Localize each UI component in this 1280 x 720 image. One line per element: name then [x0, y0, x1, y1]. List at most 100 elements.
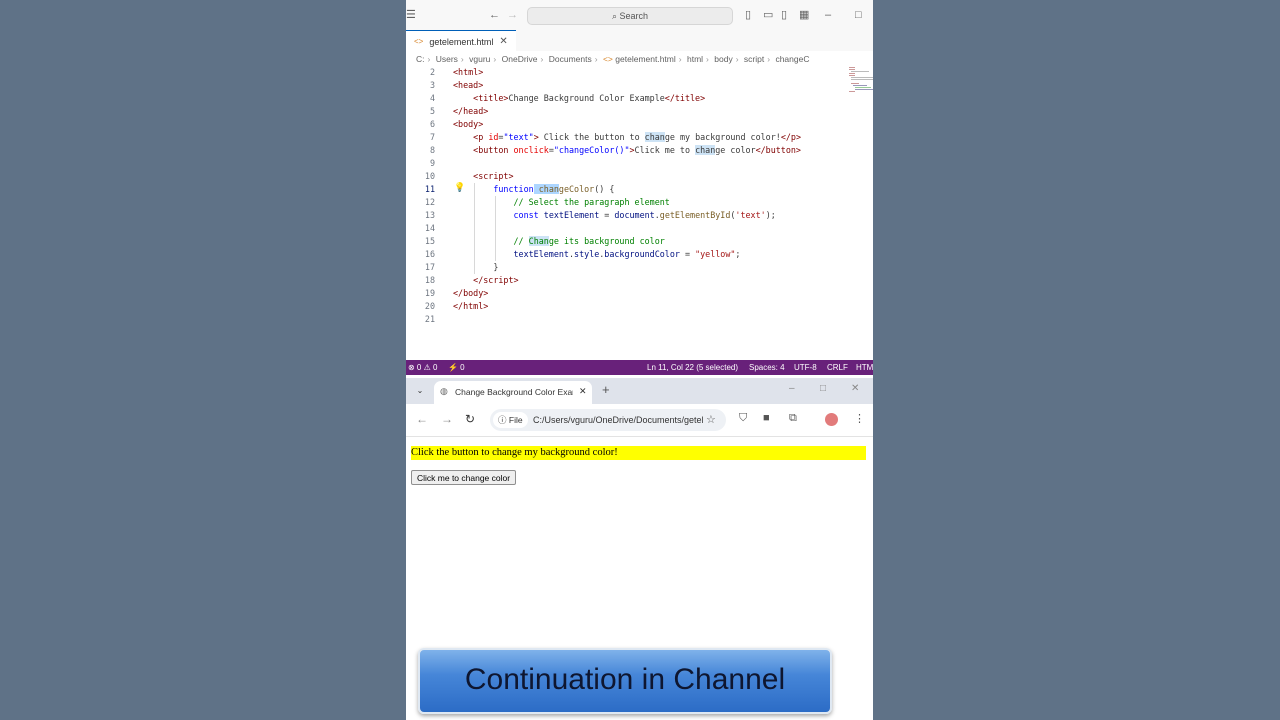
minimize-icon[interactable]: – — [789, 383, 795, 394]
code-text: const textElement = document.getElementB… — [513, 210, 776, 220]
avatar[interactable] — [825, 413, 838, 426]
code-line: 5 </head> — [406, 105, 846, 118]
info-icon: ⓘ — [498, 415, 509, 425]
line-number: 9 — [429, 158, 435, 168]
code-text: </script> — [473, 275, 519, 285]
code-line: 17 } — [406, 261, 846, 274]
channel-banner: Continuation in Channel — [418, 648, 832, 714]
line-number: 10 — [424, 171, 435, 181]
text-paragraph: Click the button to change my background… — [411, 446, 866, 460]
forward-arrow-icon[interactable]: → — [441, 412, 453, 426]
search-placeholder: Search — [619, 11, 649, 21]
chevron-right-icon: › — [594, 54, 598, 64]
close-icon[interactable]: ✕ — [499, 32, 507, 52]
chevron-right-icon: › — [427, 54, 431, 64]
code-line: 10 <script> — [406, 170, 846, 183]
code-text: function changeColor() { — [493, 184, 615, 194]
tab-search-icon[interactable]: ⌄ — [412, 383, 428, 399]
line-number: 11 — [424, 184, 435, 194]
cursor-position[interactable]: Ln 11, Col 22 (5 selected) — [647, 360, 738, 375]
breadcrumb-item[interactable]: Users — [436, 54, 458, 64]
bookmark-star-icon[interactable]: ☆ — [706, 409, 716, 431]
screen-frame: ☰ ← → ⌕ Search ▯ ▭ ▯ ▦ – □ <> getelement… — [406, 0, 873, 720]
tab-title: Change Background Color Example — [455, 387, 573, 397]
puzzle-icon[interactable]: ⧉ — [789, 412, 797, 425]
toggle-panel-icon[interactable]: ▭ — [763, 8, 773, 22]
line-number: 13 — [424, 210, 435, 220]
line-number: 21 — [424, 314, 435, 324]
breadcrumb-item[interactable]: script — [744, 54, 764, 64]
line-number: 3 — [429, 80, 435, 90]
browser-tab[interactable]: ◍ Change Background Color Example ✕ — [434, 381, 592, 404]
code-line: 4 <title>Change Background Color Example… — [406, 92, 846, 105]
more-menu-icon[interactable]: ⋮ — [854, 412, 865, 425]
reload-icon[interactable]: ↻ — [465, 412, 475, 426]
html-file-icon: <> — [602, 54, 613, 64]
url-text[interactable]: C:/Users/vguru/OneDrive/Documents/getele… — [533, 409, 703, 431]
breadcrumb-item[interactable]: body — [714, 54, 732, 64]
browser-tabbar: ⌄ ◍ Change Background Color Example ✕ + … — [406, 378, 873, 404]
indentation[interactable]: Spaces: 4 — [749, 360, 785, 375]
maximize-icon[interactable]: □ — [855, 8, 862, 22]
code-text: <p id="text"> Click the button to change… — [473, 132, 801, 142]
code-line: 3 <head> — [406, 79, 846, 92]
customize-layout-icon[interactable]: ▦ — [799, 8, 809, 22]
maximize-icon[interactable]: □ — [820, 383, 826, 394]
chevron-right-icon: › — [678, 54, 682, 64]
code-text: </html> — [453, 301, 489, 311]
code-line: 14 — [406, 222, 846, 235]
minimap[interactable] — [847, 66, 873, 106]
code-text: </body> — [453, 288, 489, 298]
breadcrumb: C: › Users › vguru › OneDrive › Documents › <… — [416, 53, 873, 66]
line-number: 7 — [429, 132, 435, 142]
code-text: // Change its background color — [513, 236, 665, 246]
shield-icon[interactable]: ⛉ — [739, 412, 747, 425]
close-icon[interactable]: ✕ — [579, 386, 587, 397]
file-label: File — [508, 415, 523, 425]
change-color-button[interactable]: Click me to change color — [411, 470, 517, 485]
breadcrumb-item[interactable]: C: — [416, 54, 425, 64]
tab-getelement[interactable]: <> getelement.html ✕ — [406, 30, 516, 52]
address-bar[interactable]: ⓘ File C:/Users/vguru/OneDrive/Documents… — [490, 409, 726, 431]
breadcrumb-item[interactable]: OneDrive — [502, 54, 538, 64]
problems-indicator[interactable]: ⊗ 0 ⚠ 0 — [408, 360, 437, 375]
breadcrumb-item[interactable]: changeC — [775, 54, 809, 64]
vscode-titlebar: ☰ ← → ⌕ Search ▯ ▭ ▯ ▦ – □ — [406, 0, 873, 31]
language-mode[interactable]: HTML — [856, 360, 873, 375]
menu-icon[interactable]: ☰ — [406, 8, 416, 22]
code-editor[interactable]: 💡 2 <html> 3 <head> 4 <title>Change Backgr… — [406, 66, 873, 360]
line-number: 8 — [429, 145, 435, 155]
breadcrumb-item[interactable]: html — [687, 54, 703, 64]
extension-icon[interactable]: ■ — [763, 412, 770, 424]
close-window-icon[interactable]: ✕ — [851, 383, 859, 394]
minimize-icon[interactable]: – — [825, 8, 831, 22]
code-text: textElement.style.backgroundColor = "yel… — [513, 249, 741, 259]
new-tab-icon[interactable]: + — [602, 382, 610, 397]
code-line: 7 <p id="text"> Click the button to chan… — [406, 131, 846, 144]
code-line: 8 <button onclick="changeColor()">Click … — [406, 144, 846, 157]
globe-icon: ◍ — [440, 386, 448, 396]
forward-arrow-icon[interactable]: → — [507, 8, 518, 22]
command-search[interactable]: ⌕ Search — [527, 7, 733, 25]
line-ending[interactable]: CRLF — [827, 360, 848, 375]
chevron-right-icon: › — [493, 54, 497, 64]
code-line-active: 11 function changeColor() { — [406, 183, 846, 196]
toggle-secondary-sidebar-icon[interactable]: ▯ — [781, 8, 787, 22]
toggle-sidebar-icon[interactable]: ▯ — [745, 8, 751, 22]
code-line: 2 <html> — [406, 66, 846, 79]
ports-indicator[interactable]: ⚡ 0 — [448, 360, 465, 375]
statusbar: ⊗ 0 ⚠ 0 ⚡ 0 Ln 11, Col 22 (5 selected) S… — [406, 360, 873, 375]
code-line: 12 // Select the paragraph element — [406, 196, 846, 209]
line-number: 6 — [429, 119, 435, 129]
breadcrumb-item[interactable]: Documents — [549, 54, 592, 64]
encoding[interactable]: UTF-8 — [794, 360, 817, 375]
code-line: 9 — [406, 157, 846, 170]
breadcrumb-item[interactable]: getelement.html — [615, 54, 675, 64]
line-number: 5 — [429, 106, 435, 116]
line-number: 15 — [424, 236, 435, 246]
back-arrow-icon[interactable]: ← — [489, 8, 500, 22]
site-info-chip[interactable]: ⓘ File — [493, 412, 528, 428]
back-arrow-icon[interactable]: ← — [416, 412, 428, 426]
breadcrumb-item[interactable]: vguru — [469, 54, 490, 64]
line-number: 18 — [424, 275, 435, 285]
